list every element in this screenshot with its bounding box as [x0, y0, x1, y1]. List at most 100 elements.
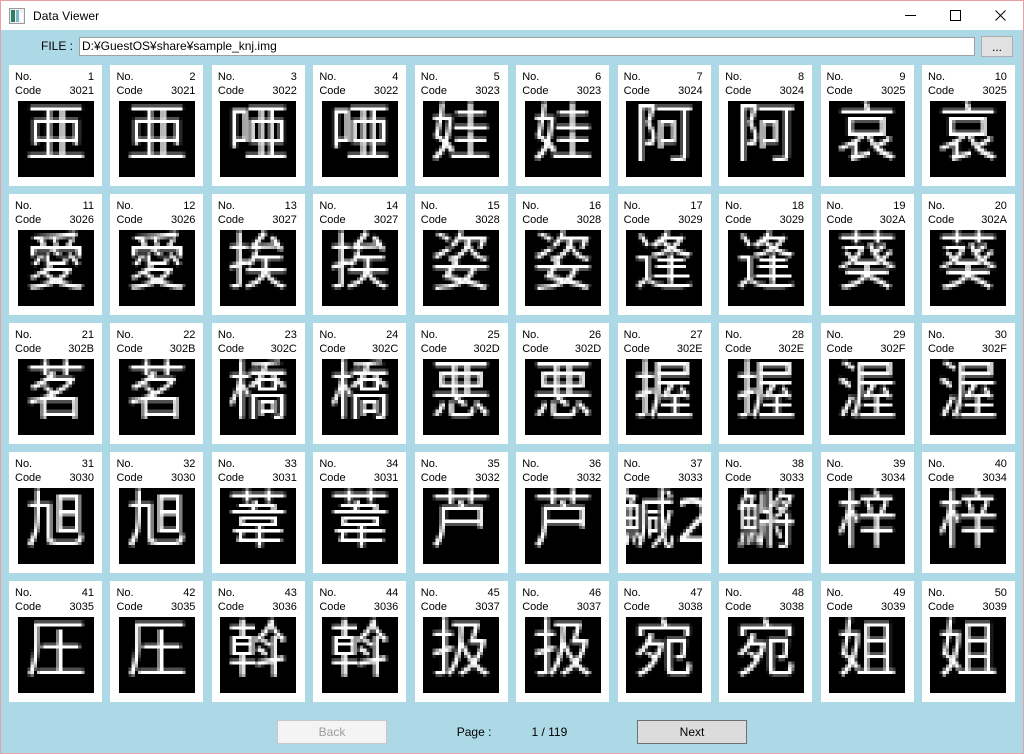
glyph-bitmap-canvas — [829, 230, 905, 306]
minimize-button[interactable] — [888, 1, 933, 30]
glyph-cell-no-line: No. 26 — [522, 328, 603, 342]
glyph-cell-no-value: 45 — [487, 587, 500, 599]
glyph-cell[interactable]: No. 28 Code 302E — [719, 323, 813, 444]
glyph-cell[interactable]: No. 33 Code 3031 — [211, 452, 305, 573]
glyph-cell-code-label: Code — [623, 85, 650, 97]
glyph-cell[interactable]: No. 6 Code 3023 — [516, 65, 610, 186]
glyph-cell-no-value: 25 — [487, 329, 500, 341]
maximize-button[interactable] — [933, 1, 978, 30]
glyph-cell[interactable]: No. 3 Code 3022 — [211, 65, 305, 186]
glyph-cell[interactable]: No. 18 Code 3029 — [719, 194, 813, 315]
glyph-cell-code-line: Code 3036 — [319, 600, 400, 614]
glyph-cell[interactable]: No. 12 Code 3026 — [110, 194, 204, 315]
glyph-bitmap — [321, 101, 398, 177]
glyph-cell[interactable]: No. 31 Code 3030 — [9, 452, 102, 573]
glyph-cell[interactable]: No. 19 Code 302A — [820, 194, 914, 315]
glyph-cell-no-value: 44 — [386, 587, 399, 599]
glyph-cell-code-value: 3037 — [475, 601, 500, 613]
glyph-bitmap-canvas — [220, 101, 297, 177]
glyph-cell[interactable]: No. 44 Code 3036 — [313, 581, 407, 702]
glyph-cell[interactable]: No. 8 Code 3024 — [719, 65, 813, 186]
glyph-cell[interactable]: No. 32 Code 3030 — [110, 452, 204, 573]
glyph-cell-code-line: Code 3034 — [928, 471, 1009, 485]
glyph-cell[interactable]: No. 14 Code 3027 — [313, 194, 407, 315]
glyph-cell[interactable]: No. 13 Code 3027 — [211, 194, 305, 315]
glyph-cell-code-line: Code 3038 — [725, 600, 806, 614]
glyph-cell[interactable]: No. 24 Code 302C — [313, 323, 407, 444]
glyph-cell[interactable]: No. 25 Code 302D — [414, 323, 508, 444]
glyph-cell-no-value: 28 — [791, 329, 805, 341]
glyph-cell[interactable]: No. 7 Code 3024 — [617, 65, 711, 186]
glyph-cell-code-value: 3039 — [881, 601, 906, 613]
glyph-cell[interactable]: No. 5 Code 3023 — [414, 65, 508, 186]
glyph-cell[interactable]: No. 42 Code 3035 — [110, 581, 204, 702]
glyph-bitmap — [930, 488, 1007, 564]
glyph-cell-code-line: Code 302A — [928, 213, 1009, 227]
glyph-cell-code-line: Code 3035 — [15, 600, 96, 614]
glyph-cell-code-value: 3029 — [678, 214, 703, 226]
glyph-cell[interactable]: No. 37 Code 3033 — [617, 452, 711, 573]
glyph-bitmap — [626, 101, 703, 177]
glyph-cell-code-line: Code 3036 — [218, 600, 299, 614]
glyph-cell[interactable]: No. 34 Code 3031 — [313, 452, 407, 573]
back-button[interactable]: Back — [277, 720, 387, 744]
glyph-cell[interactable]: No. 43 Code 3036 — [211, 581, 305, 702]
glyph-cell-code-value: 302E — [778, 343, 805, 355]
glyph-bitmap — [423, 488, 500, 564]
glyph-cell[interactable]: No. 48 Code 3038 — [719, 581, 813, 702]
glyph-cell[interactable]: No. 49 Code 3039 — [820, 581, 914, 702]
glyph-bitmap-canvas — [930, 359, 1007, 435]
glyph-cell-code-label: Code — [725, 85, 752, 97]
glyph-cell[interactable]: No. 45 Code 3037 — [414, 581, 508, 702]
glyph-cell[interactable]: No. 15 Code 3028 — [414, 194, 508, 315]
glyph-bitmap-canvas — [423, 101, 500, 177]
glyph-cell[interactable]: No. 11 Code 3026 — [9, 194, 102, 315]
glyph-cell-code-label: Code — [623, 472, 650, 484]
glyph-cell[interactable]: No. 26 Code 302D — [516, 323, 610, 444]
glyph-cell-code-line: Code 302C — [218, 342, 299, 356]
glyph-cell[interactable]: No. 30 Code 302F — [921, 323, 1015, 444]
glyph-cell-no-line: No. 38 — [725, 457, 806, 471]
glyph-cell[interactable]: No. 10 Code 3025 — [921, 65, 1015, 186]
glyph-cell-code-line: Code 3026 — [116, 213, 197, 227]
glyph-cell[interactable]: No. 22 Code 302B — [110, 323, 204, 444]
glyph-cell[interactable]: No. 2 Code 3021 — [110, 65, 204, 186]
glyph-cell-code-label: Code — [217, 472, 245, 484]
glyph-cell[interactable]: No. 27 Code 302E — [617, 323, 711, 444]
glyph-cell[interactable]: No. 35 Code 3032 — [414, 452, 508, 573]
glyph-cell[interactable]: No. 20 Code 302A — [921, 194, 1015, 315]
glyph-cell-no-value: 4 — [392, 71, 399, 83]
glyph-cell[interactable]: No. 46 Code 3037 — [516, 581, 610, 702]
glyph-cell[interactable]: No. 41 Code 3035 — [9, 581, 102, 702]
glyph-cell-no-label: No. — [927, 458, 946, 470]
glyph-cell-no-value: 5 — [493, 71, 500, 83]
glyph-bitmap — [17, 617, 94, 693]
glyph-cell[interactable]: No. 38 Code 3033 — [719, 452, 813, 573]
glyph-cell[interactable]: No. 16 Code 3028 — [516, 194, 610, 315]
glyph-cell-code-label: Code — [725, 601, 752, 613]
glyph-cell[interactable]: No. 39 Code 3034 — [820, 452, 914, 573]
glyph-cell[interactable]: No. 1 Code 3021 — [9, 65, 102, 186]
glyph-cell-no-label: No. — [927, 200, 946, 212]
file-path-input[interactable]: D:¥GuestOS¥share¥sample_knj.img — [79, 36, 975, 56]
next-button[interactable]: Next — [637, 720, 747, 744]
glyph-cell[interactable]: No. 29 Code 302F — [820, 323, 914, 444]
pager-bar: Back Page : 1 / 119 Next — [1, 710, 1023, 754]
glyph-cell[interactable]: No. 36 Code 3032 — [516, 452, 610, 573]
glyph-cell[interactable]: No. 17 Code 3029 — [617, 194, 711, 315]
close-button[interactable] — [978, 1, 1023, 30]
glyph-cell-no-value: 6 — [595, 71, 602, 83]
browse-button[interactable]: ... — [981, 35, 1013, 57]
glyph-cell-code-value: 3025 — [982, 85, 1007, 97]
glyph-cell[interactable]: No. 4 Code 3022 — [313, 65, 407, 186]
glyph-cell[interactable]: No. 40 Code 3034 — [921, 452, 1015, 573]
glyph-cell[interactable]: No. 23 Code 302C — [211, 323, 305, 444]
glyph-cell[interactable]: No. 21 Code 302B — [9, 323, 102, 444]
glyph-cell[interactable]: No. 9 Code 3025 — [820, 65, 914, 186]
glyph-cell-code-label: Code — [522, 214, 549, 226]
glyph-cell-code-label: Code — [420, 85, 448, 97]
glyph-cell-no-line: No. 42 — [116, 586, 197, 600]
glyph-cell[interactable]: No. 50 Code 3039 — [921, 581, 1015, 702]
glyph-cell-code-label: Code — [420, 472, 448, 484]
glyph-cell[interactable]: No. 47 Code 3038 — [617, 581, 711, 702]
